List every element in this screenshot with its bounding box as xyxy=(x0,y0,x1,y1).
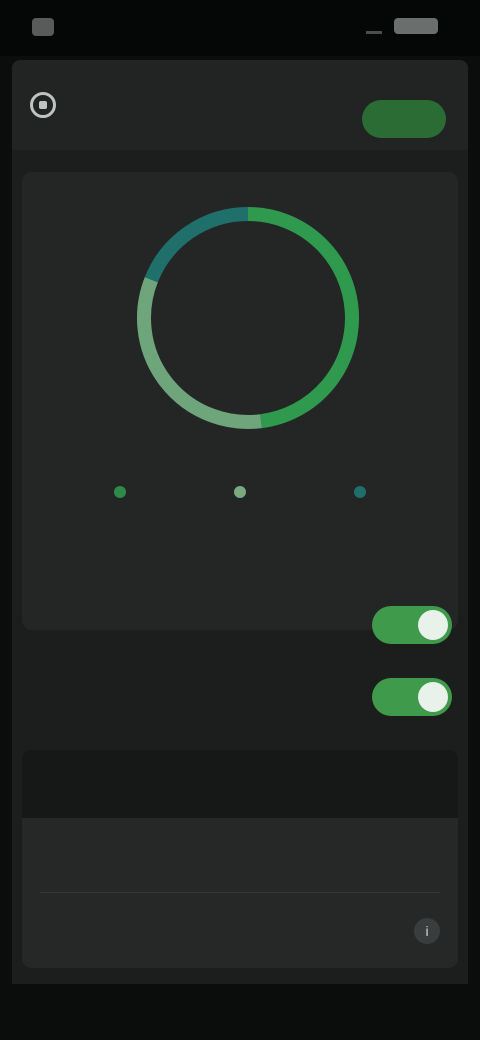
app-logo-icon xyxy=(30,92,56,118)
section-header xyxy=(22,750,458,818)
info-icon[interactable]: i xyxy=(414,918,440,944)
stat-item xyxy=(180,478,300,588)
app-header xyxy=(12,60,468,150)
stat-dot xyxy=(114,486,126,498)
notification-icon xyxy=(32,18,54,36)
stat-dot xyxy=(234,486,246,498)
toggle-row[interactable] xyxy=(22,596,458,654)
toggle-switch[interactable] xyxy=(372,606,452,644)
stat-dot xyxy=(354,486,366,498)
stat-item xyxy=(60,478,180,588)
setting-row[interactable]: i xyxy=(22,894,458,968)
progress-ring xyxy=(128,198,368,438)
signal-icon xyxy=(366,19,382,34)
bottom-edge xyxy=(0,984,480,1040)
setting-row[interactable] xyxy=(22,818,458,892)
status-right xyxy=(366,18,450,34)
summary-card xyxy=(22,172,458,630)
ring-center xyxy=(128,198,368,438)
header-action-button[interactable] xyxy=(362,100,446,138)
status-left xyxy=(32,18,64,36)
app-window: i xyxy=(12,60,468,1020)
divider xyxy=(40,892,440,893)
toggle-knob xyxy=(418,682,448,712)
settings-card: i xyxy=(22,818,458,968)
stat-item xyxy=(300,478,420,588)
stats-row xyxy=(22,478,458,588)
toggle-knob xyxy=(418,610,448,640)
toggle-row[interactable] xyxy=(22,668,458,726)
status-bar xyxy=(0,0,480,56)
battery-icon xyxy=(394,18,438,34)
toggle-switch[interactable] xyxy=(372,678,452,716)
